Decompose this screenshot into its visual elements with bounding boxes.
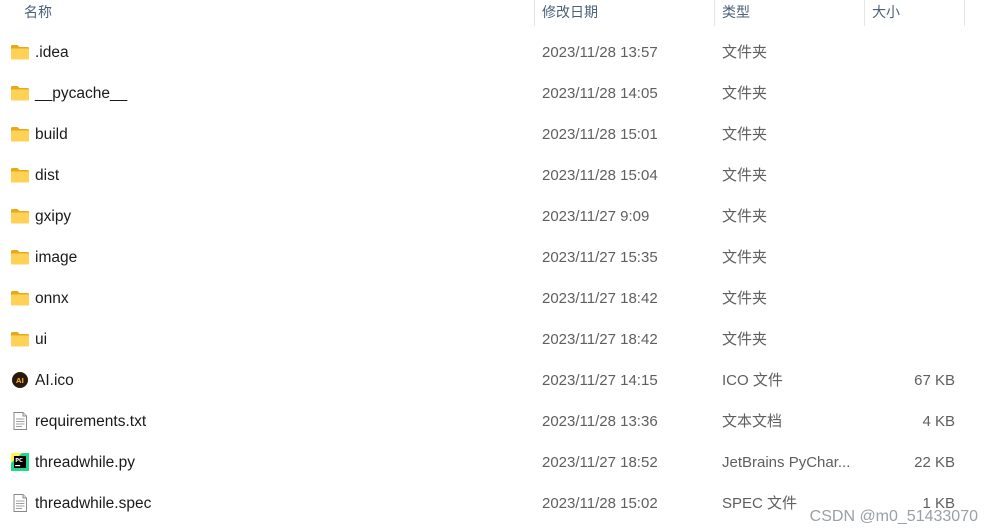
folder-icon xyxy=(10,43,30,61)
file-modified-date: 2023/11/28 14:05 xyxy=(542,85,658,102)
file-row[interactable]: .idea 2023/11/28 13:57 文件夹 xyxy=(0,32,992,73)
file-row[interactable]: dist 2023/11/28 15:04 文件夹 xyxy=(0,155,992,196)
file-type: 文件夹 xyxy=(722,126,768,143)
file-name: threadwhile.spec xyxy=(35,495,152,512)
column-header-name[interactable]: 名称 xyxy=(24,0,52,26)
file-size: 22 KB xyxy=(914,454,955,471)
file-name-cell[interactable]: requirements.txt xyxy=(10,401,530,442)
file-type: ICO 文件 xyxy=(722,372,783,389)
folder-icon xyxy=(10,207,30,225)
svg-text:PC: PC xyxy=(15,458,23,464)
file-name: threadwhile.py xyxy=(35,454,135,471)
file-name-cell[interactable]: ui xyxy=(10,319,530,360)
folder-icon xyxy=(10,125,30,143)
column-divider[interactable] xyxy=(714,0,715,26)
file-type: 文件夹 xyxy=(722,208,768,225)
file-modified-date: 2023/11/28 15:04 xyxy=(542,167,658,184)
folder-icon xyxy=(10,248,30,266)
watermark: CSDN @m0_51433070 xyxy=(809,508,978,525)
ai-logo-icon: AI xyxy=(10,371,30,389)
folder-icon xyxy=(10,166,30,184)
column-divider[interactable] xyxy=(534,0,535,26)
file-size xyxy=(860,73,955,114)
folder-icon xyxy=(10,289,30,307)
folder-icon xyxy=(10,84,30,102)
file-name: __pycache__ xyxy=(35,85,128,102)
file-row[interactable]: build 2023/11/28 15:01 文件夹 xyxy=(0,114,992,155)
file-type: 文件夹 xyxy=(722,85,768,102)
file-size xyxy=(860,237,955,278)
file-size xyxy=(860,278,955,319)
file-modified-date: 2023/11/27 9:09 xyxy=(542,208,650,225)
file-row[interactable]: gxipy 2023/11/27 9:09 文件夹 xyxy=(0,196,992,237)
file-row[interactable]: PC threadwhile.py 2023/11/27 18:52 JetBrain… xyxy=(0,442,992,483)
column-header-bar: 名称 修改日期 类型 大小 xyxy=(0,0,992,26)
file-modified-date: 2023/11/27 18:52 xyxy=(542,454,658,471)
file-name: image xyxy=(35,249,78,266)
file-type: 文件夹 xyxy=(722,44,768,61)
file-size xyxy=(860,32,955,73)
file-name: onnx xyxy=(35,290,69,307)
file-modified-date: 2023/11/27 14:15 xyxy=(542,372,658,389)
file-name-cell[interactable]: AI AI.ico xyxy=(10,360,530,401)
file-row[interactable]: requirements.txt 2023/11/28 13:36 文本文档 4 KB xyxy=(0,401,992,442)
file-name: requirements.txt xyxy=(35,413,147,430)
file-type: 文件夹 xyxy=(722,290,768,307)
file-name: gxipy xyxy=(35,208,72,225)
file-row[interactable]: AI AI.ico 2023/11/27 14:15 ICO 文件 67 KB xyxy=(0,360,992,401)
file-name-cell[interactable]: gxipy xyxy=(10,196,530,237)
file-name-cell[interactable]: .idea xyxy=(10,32,530,73)
column-divider[interactable] xyxy=(864,0,865,26)
file-row[interactable]: image 2023/11/27 15:35 文件夹 xyxy=(0,237,992,278)
text-document-icon xyxy=(10,494,30,512)
file-size xyxy=(860,155,955,196)
file-type: 文件夹 xyxy=(722,167,768,184)
file-size: 67 KB xyxy=(914,372,955,389)
file-name-cell[interactable]: __pycache__ xyxy=(10,73,530,114)
file-name-cell[interactable]: build xyxy=(10,114,530,155)
file-name-cell[interactable]: threadwhile.spec xyxy=(10,483,530,524)
file-type: 文件夹 xyxy=(722,249,768,266)
pycharm-icon: PC xyxy=(10,453,30,471)
file-name: .idea xyxy=(35,44,69,61)
svg-text:AI: AI xyxy=(16,377,24,385)
column-header-modified[interactable]: 修改日期 xyxy=(542,0,598,26)
column-header-type[interactable]: 类型 xyxy=(722,0,750,26)
file-list: .idea 2023/11/28 13:57 文件夹 __pycache__ 2023/… xyxy=(0,32,992,524)
file-size xyxy=(860,114,955,155)
text-document-icon xyxy=(10,412,30,430)
file-name: AI.ico xyxy=(35,372,74,389)
file-row[interactable]: __pycache__ 2023/11/28 14:05 文件夹 xyxy=(0,73,992,114)
file-modified-date: 2023/11/28 13:36 xyxy=(542,413,658,430)
file-name-cell[interactable]: PC threadwhile.py xyxy=(10,442,530,483)
file-name: build xyxy=(35,126,68,143)
file-modified-date: 2023/11/28 15:01 xyxy=(542,126,658,143)
file-modified-date: 2023/11/27 18:42 xyxy=(542,290,658,307)
file-size xyxy=(860,319,955,360)
file-row[interactable]: ui 2023/11/27 18:42 文件夹 xyxy=(0,319,992,360)
file-name-cell[interactable]: onnx xyxy=(10,278,530,319)
file-modified-date: 2023/11/27 15:35 xyxy=(542,249,658,266)
file-name-cell[interactable]: dist xyxy=(10,155,530,196)
column-header-size[interactable]: 大小 xyxy=(872,0,900,26)
file-name: ui xyxy=(35,331,48,348)
file-type: 文件夹 xyxy=(722,331,768,348)
file-name-cell[interactable]: image xyxy=(10,237,530,278)
file-name: dist xyxy=(35,167,60,184)
folder-icon xyxy=(10,330,30,348)
file-row[interactable]: onnx 2023/11/27 18:42 文件夹 xyxy=(0,278,992,319)
file-modified-date: 2023/11/27 18:42 xyxy=(542,331,658,348)
file-modified-date: 2023/11/28 15:02 xyxy=(542,495,658,512)
file-type: JetBrains PyChar... xyxy=(722,454,851,471)
file-type: 文本文档 xyxy=(722,413,783,430)
column-divider[interactable] xyxy=(964,0,965,26)
file-size: 4 KB xyxy=(922,413,955,430)
file-modified-date: 2023/11/28 13:57 xyxy=(542,44,658,61)
file-size xyxy=(860,196,955,237)
